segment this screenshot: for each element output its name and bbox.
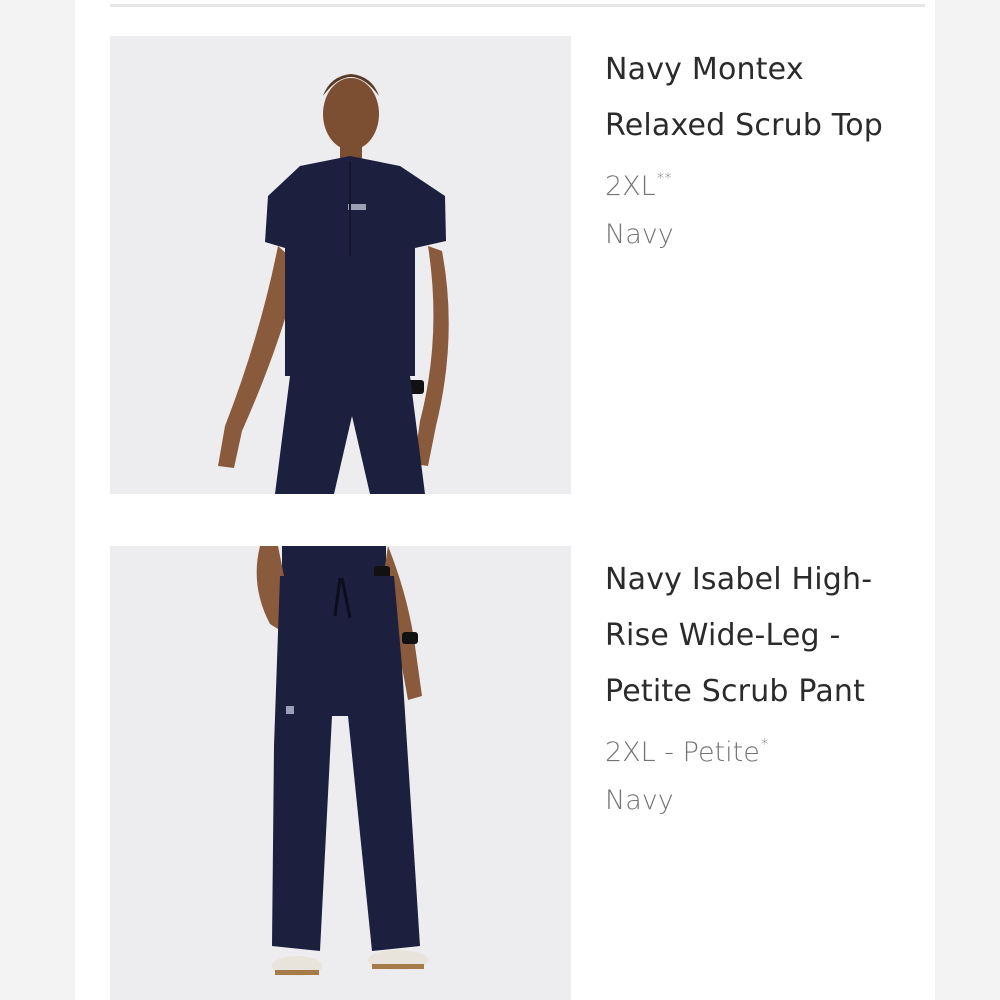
- product-size: 2XL**: [605, 154, 925, 211]
- scrub-pant-model-illustration: [110, 546, 571, 1000]
- size-value: 2XL: [605, 171, 656, 202]
- product-item[interactable]: Navy Montex Relaxed Scrub Top 2XL** Navy: [110, 36, 930, 494]
- product-item[interactable]: Navy Isabel High-Rise Wide-Leg - Petite …: [110, 546, 930, 1000]
- size-footnote-mark: *: [760, 735, 769, 753]
- product-details: Navy Isabel High-Rise Wide-Leg - Petite …: [605, 552, 925, 825]
- scrub-top-model-illustration: [110, 36, 571, 494]
- product-size: 2XL - Petite*: [605, 720, 925, 777]
- product-image[interactable]: [110, 36, 571, 494]
- product-details: Navy Montex Relaxed Scrub Top 2XL** Navy: [605, 42, 925, 259]
- product-title[interactable]: Navy Montex Relaxed Scrub Top: [605, 42, 925, 154]
- divider: [110, 4, 925, 7]
- product-color: Navy: [605, 785, 674, 816]
- product-title[interactable]: Navy Isabel High-Rise Wide-Leg - Petite …: [605, 552, 925, 720]
- product-image[interactable]: [110, 546, 571, 1000]
- size-footnote-mark: **: [656, 169, 672, 187]
- product-color: Navy: [605, 219, 674, 250]
- size-value: 2XL - Petite: [605, 737, 760, 768]
